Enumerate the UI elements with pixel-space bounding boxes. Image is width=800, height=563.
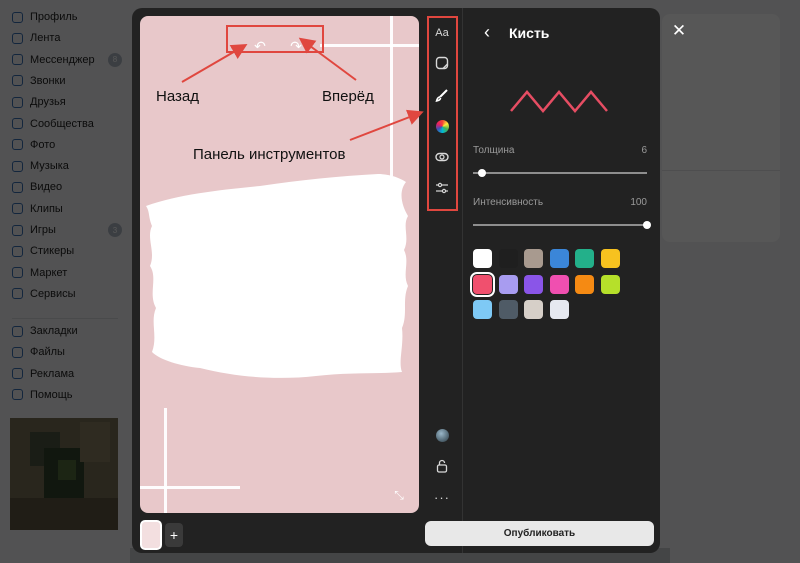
publish-button[interactable]: Опубликовать	[425, 521, 654, 546]
color-swatch[interactable]	[575, 274, 594, 294]
color-swatch[interactable]	[600, 249, 620, 268]
intensity-slider[interactable]	[473, 221, 651, 229]
sticker-tool-button[interactable]	[427, 52, 457, 74]
back-arrow-icon[interactable]: ‹	[477, 22, 497, 42]
color-swatch[interactable]	[473, 249, 492, 268]
lock-icon	[436, 459, 448, 473]
color-swatch[interactable]	[524, 300, 543, 319]
intensity-slider-handle[interactable]	[643, 221, 651, 229]
thickness-slider-handle[interactable]	[477, 169, 486, 177]
more-icon: ···	[434, 489, 450, 505]
color-swatch[interactable]	[498, 274, 518, 294]
sticker-layer-tool-button[interactable]	[427, 146, 457, 168]
close-icon[interactable]: ✕	[670, 22, 688, 40]
more-options-button[interactable]: ···	[427, 486, 457, 508]
brush-settings-panel: ‹ Кисть Толщина 6 Интенсивность 100	[462, 8, 660, 553]
color-swatch[interactable]	[473, 300, 492, 319]
avatar-button[interactable]	[427, 424, 457, 446]
sliders-icon	[436, 182, 448, 194]
intensity-label: Интенсивность	[473, 197, 544, 208]
color-swatch[interactable]	[549, 300, 569, 319]
color-swatch[interactable]	[549, 274, 569, 294]
expand-icon[interactable]: ⤡	[392, 488, 406, 502]
color-swatch[interactable]	[549, 249, 569, 268]
color-swatch[interactable]	[575, 249, 594, 268]
text-tool-button[interactable]: Aa	[427, 22, 457, 44]
avatar	[435, 428, 449, 442]
story-slide-thumbnail[interactable]	[140, 520, 162, 550]
add-slide-button[interactable]: +	[165, 523, 183, 547]
annotation-redo-label: Вперёд	[322, 88, 374, 105]
annotation-undo-label: Назад	[156, 88, 199, 105]
brush-tool-button[interactable]	[427, 84, 457, 106]
brush-icon	[435, 89, 448, 102]
color-swatch[interactable]	[524, 249, 543, 268]
privacy-lock-button[interactable]	[427, 455, 457, 477]
thickness-value: 6	[641, 145, 647, 156]
thickness-slider[interactable]	[473, 169, 647, 177]
intensity-value: 100	[630, 197, 647, 208]
color-swatch[interactable]	[600, 274, 620, 294]
color-swatch[interactable]	[524, 274, 543, 294]
color-swatch[interactable]	[470, 271, 495, 297]
adjust-tool-button[interactable]	[427, 177, 457, 199]
sticker-icon	[435, 56, 449, 70]
panel-title: Кисть	[509, 25, 550, 41]
brush-preview	[510, 90, 608, 113]
color-swatch[interactable]	[498, 300, 518, 319]
story-editor-modal: ⤡ ↶ ↷ Назад Вперёд Панель инструментов A…	[132, 8, 660, 553]
color-swatch[interactable]	[498, 249, 518, 268]
color-tool-button[interactable]	[427, 115, 457, 137]
annotation-toolbar-label: Панель инструментов	[193, 146, 346, 163]
story-canvas[interactable]: ⤡ ↶ ↷ Назад Вперёд Панель инструментов	[140, 16, 419, 513]
color-wheel-icon	[435, 119, 449, 133]
thickness-label: Толщина	[473, 145, 515, 156]
link-icon	[435, 152, 449, 162]
annotation-box-undo-redo	[226, 25, 324, 53]
